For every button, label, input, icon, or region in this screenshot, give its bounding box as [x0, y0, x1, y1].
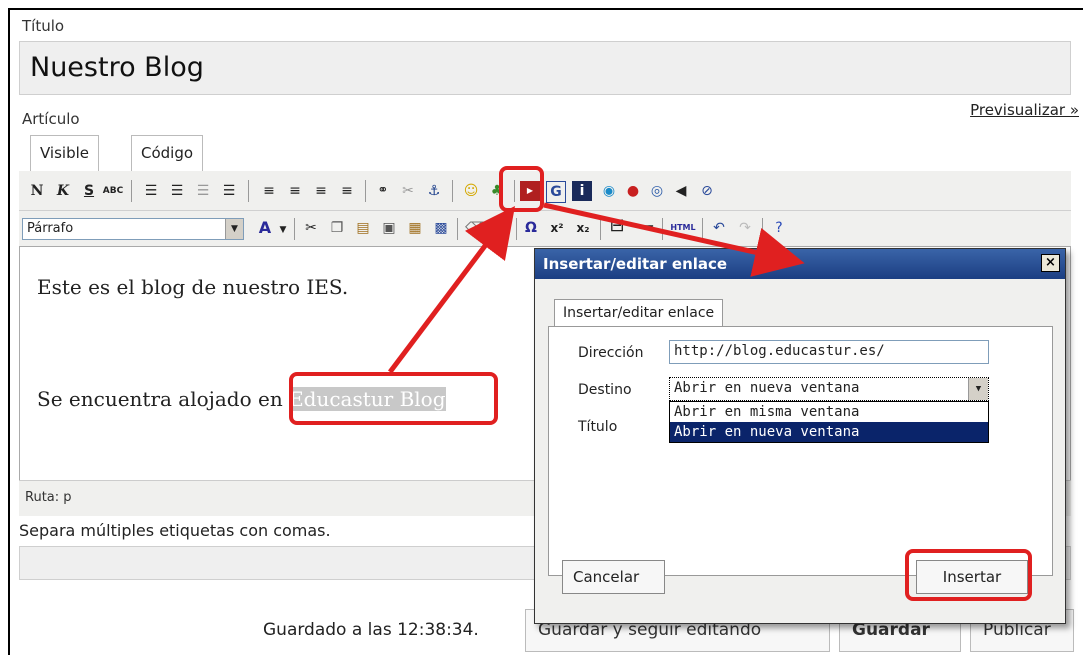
arrow-to-dialog [543, 202, 805, 277]
annotation-arrows [388, 202, 805, 374]
arrow-to-link-button [388, 206, 516, 374]
